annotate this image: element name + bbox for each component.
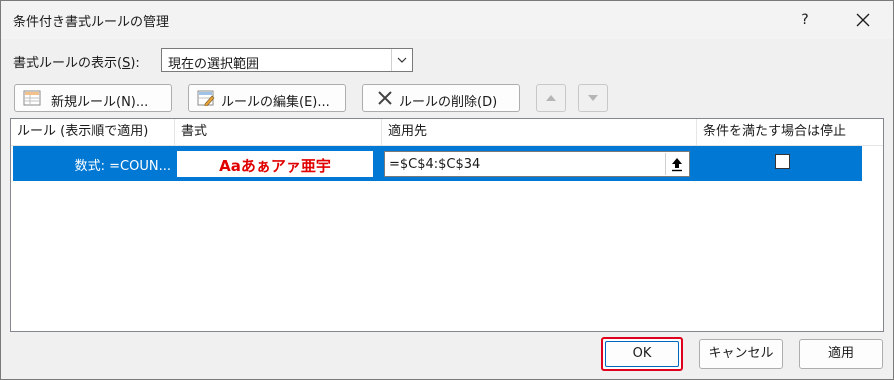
rules-header: ルール (表示順で適用) 書式 適用先 条件を満たす場合は停止 bbox=[11, 119, 883, 146]
cancel-button[interactable]: キャンセル bbox=[699, 339, 783, 369]
triangle-down-icon bbox=[588, 95, 598, 101]
close-icon bbox=[856, 13, 870, 27]
applies-to-value: =$C$4:$C$34 bbox=[389, 157, 481, 172]
move-up-button[interactable] bbox=[536, 84, 566, 112]
ok-label: OK bbox=[632, 346, 652, 361]
apply-label: 適用 bbox=[827, 346, 854, 361]
triangle-up-icon bbox=[546, 95, 556, 101]
arrow-up-icon bbox=[672, 158, 682, 172]
rule-description: 数式: =COUN... bbox=[74, 159, 171, 174]
column-header-stop-if-true[interactable]: 条件を満たす場合は停止 bbox=[697, 119, 883, 145]
applies-to-field[interactable]: =$C$4:$C$34 bbox=[384, 151, 690, 177]
column-header-rule[interactable]: ルール (表示順で適用) bbox=[11, 119, 175, 145]
show-rules-selected-value: 現在の選択範囲 bbox=[168, 57, 260, 72]
new-rule-label: 新規ルール(N)... bbox=[51, 95, 149, 110]
column-header-applies-to[interactable]: 適用先 bbox=[382, 119, 697, 145]
column-header-format[interactable]: 書式 bbox=[175, 119, 382, 145]
show-rules-label: 書式ルールの表示(S): bbox=[13, 56, 140, 71]
new-rule-icon bbox=[23, 90, 41, 106]
rules-list[interactable]: ルール (表示順で適用) 書式 適用先 条件を満たす場合は停止 数式: =COU… bbox=[10, 118, 884, 332]
help-button[interactable]: ? bbox=[791, 9, 819, 31]
cancel-label: キャンセル bbox=[708, 346, 774, 361]
apply-button[interactable]: 適用 bbox=[799, 339, 883, 369]
table-row[interactable]: 数式: =COUN... Aaあぁアァ亜宇 =$C$4:$C$34 bbox=[13, 146, 862, 181]
delete-rule-label: ルールの削除(D) bbox=[399, 95, 498, 110]
edit-rule-icon bbox=[197, 90, 215, 106]
conditional-formatting-dialog: 条件付き書式ルールの管理 ? 書式ルールの表示(S): 現在の選択範囲 新規ルー… bbox=[0, 0, 894, 380]
dropdown-toggle[interactable] bbox=[391, 49, 412, 71]
move-down-button[interactable] bbox=[578, 84, 608, 112]
ok-button[interactable]: OK bbox=[601, 337, 683, 371]
stop-if-true-checkbox[interactable] bbox=[775, 154, 790, 169]
format-preview-text: Aaあぁアァ亜宇 bbox=[219, 157, 331, 175]
show-rules-select[interactable]: 現在の選択範囲 bbox=[161, 48, 413, 72]
range-select-button[interactable] bbox=[665, 153, 688, 175]
dialog-title: 条件付き書式ルールの管理 bbox=[13, 15, 170, 30]
title-bar: 条件付き書式ルールの管理 ? bbox=[1, 1, 893, 39]
edit-rule-button[interactable]: ルールの編集(E)... bbox=[188, 84, 346, 112]
format-preview: Aaあぁアァ亜宇 bbox=[177, 151, 373, 177]
new-rule-button[interactable]: 新規ルール(N)... bbox=[14, 84, 172, 112]
delete-rule-button[interactable]: ルールの削除(D) bbox=[362, 84, 520, 112]
close-button[interactable] bbox=[847, 7, 879, 33]
chevron-down-icon bbox=[397, 57, 407, 63]
delete-icon bbox=[378, 91, 392, 105]
edit-rule-label: ルールの編集(E)... bbox=[221, 95, 330, 110]
